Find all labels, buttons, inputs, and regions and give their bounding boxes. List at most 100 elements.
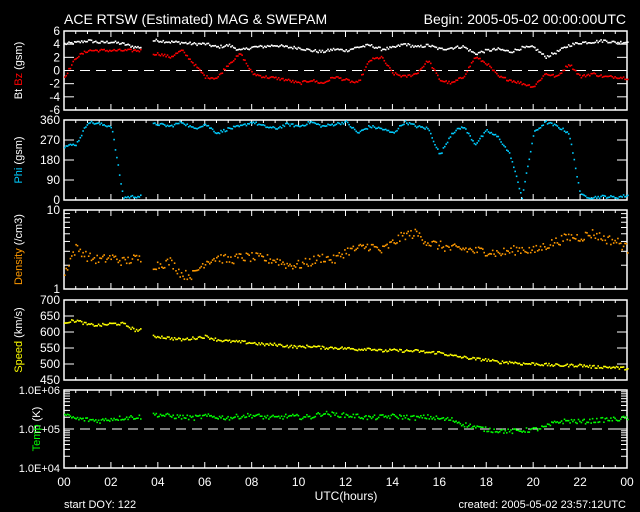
data-point bbox=[504, 146, 507, 148]
data-point bbox=[430, 45, 432, 48]
data-point bbox=[413, 73, 415, 75]
data-point bbox=[186, 337, 189, 339]
data-point bbox=[434, 69, 436, 72]
data-point bbox=[403, 74, 405, 77]
data-point bbox=[524, 431, 526, 433]
data-point bbox=[583, 238, 585, 241]
data-point bbox=[97, 122, 100, 124]
data-point bbox=[76, 319, 79, 322]
data-point bbox=[342, 50, 345, 52]
data-point bbox=[582, 41, 584, 44]
data-point bbox=[266, 77, 269, 79]
data-point bbox=[220, 72, 222, 75]
data-point bbox=[65, 145, 67, 147]
x-tick-label: 04 bbox=[151, 475, 165, 489]
data-point bbox=[535, 49, 538, 51]
data-point bbox=[441, 152, 443, 154]
data-point bbox=[127, 195, 129, 198]
data-point bbox=[493, 428, 495, 430]
data-point bbox=[282, 261, 284, 263]
data-point bbox=[69, 321, 72, 323]
data-point bbox=[622, 245, 625, 248]
data-point bbox=[117, 323, 120, 326]
data-point bbox=[382, 48, 384, 51]
created-time: created: 2005-05-02 23:57:12UTC bbox=[458, 499, 626, 511]
data-point bbox=[608, 75, 611, 77]
data-point bbox=[245, 416, 248, 418]
data-point bbox=[248, 254, 250, 256]
data-point bbox=[294, 124, 297, 127]
data-point bbox=[169, 42, 172, 44]
data-point bbox=[524, 180, 526, 183]
data-point bbox=[573, 237, 576, 240]
data-point bbox=[428, 45, 431, 47]
data-point bbox=[428, 244, 431, 247]
data-point bbox=[111, 322, 114, 325]
data-point bbox=[232, 340, 235, 342]
data-point bbox=[387, 48, 390, 50]
data-point bbox=[134, 418, 136, 420]
data-point bbox=[514, 81, 516, 83]
data-point bbox=[510, 157, 512, 160]
data-point bbox=[331, 261, 333, 264]
data-point bbox=[574, 238, 577, 240]
data-point bbox=[268, 344, 270, 346]
data-point bbox=[383, 416, 386, 418]
data-point bbox=[469, 247, 471, 250]
data-point bbox=[589, 74, 591, 77]
data-point bbox=[69, 257, 72, 260]
data-point bbox=[251, 417, 253, 419]
data-point bbox=[511, 81, 514, 83]
data-point bbox=[265, 126, 267, 129]
data-point bbox=[180, 272, 183, 274]
data-point bbox=[532, 135, 535, 137]
data-point bbox=[482, 60, 484, 62]
data-point bbox=[268, 418, 270, 420]
data-point bbox=[477, 51, 480, 54]
data-point bbox=[137, 45, 139, 48]
data-point bbox=[622, 366, 625, 368]
data-point bbox=[207, 261, 210, 263]
data-point bbox=[218, 260, 221, 263]
data-point bbox=[501, 143, 504, 146]
data-point bbox=[417, 235, 419, 237]
data-point bbox=[206, 335, 208, 337]
data-point bbox=[254, 73, 256, 75]
data-point bbox=[289, 263, 291, 266]
data-point bbox=[582, 75, 584, 77]
data-point bbox=[138, 255, 141, 257]
data-point bbox=[320, 126, 322, 128]
data-point bbox=[171, 259, 173, 262]
data-point bbox=[335, 123, 338, 126]
data-point bbox=[439, 418, 442, 420]
data-point bbox=[376, 127, 379, 129]
data-point bbox=[598, 197, 601, 200]
data-point bbox=[321, 49, 324, 52]
data-point bbox=[462, 77, 464, 79]
data-point bbox=[86, 260, 89, 262]
data-point bbox=[306, 263, 308, 266]
data-point bbox=[280, 44, 283, 46]
data-point bbox=[80, 40, 83, 42]
data-point bbox=[169, 125, 172, 127]
data-point bbox=[551, 52, 553, 54]
data-point bbox=[451, 245, 453, 247]
data-point bbox=[603, 365, 605, 368]
data-point bbox=[103, 419, 105, 422]
data-point bbox=[83, 40, 86, 42]
data-point bbox=[383, 128, 386, 131]
data-point bbox=[307, 265, 310, 267]
data-point bbox=[189, 58, 191, 60]
data-point bbox=[510, 361, 512, 364]
data-point bbox=[513, 362, 515, 365]
data-point bbox=[420, 236, 422, 238]
data-point bbox=[213, 78, 215, 80]
data-point bbox=[462, 247, 464, 250]
data-point bbox=[407, 418, 409, 420]
data-point bbox=[574, 421, 577, 424]
data-point bbox=[93, 41, 96, 43]
data-point bbox=[199, 68, 201, 71]
data-point bbox=[65, 267, 67, 270]
data-point bbox=[251, 46, 253, 49]
data-point bbox=[358, 79, 360, 82]
